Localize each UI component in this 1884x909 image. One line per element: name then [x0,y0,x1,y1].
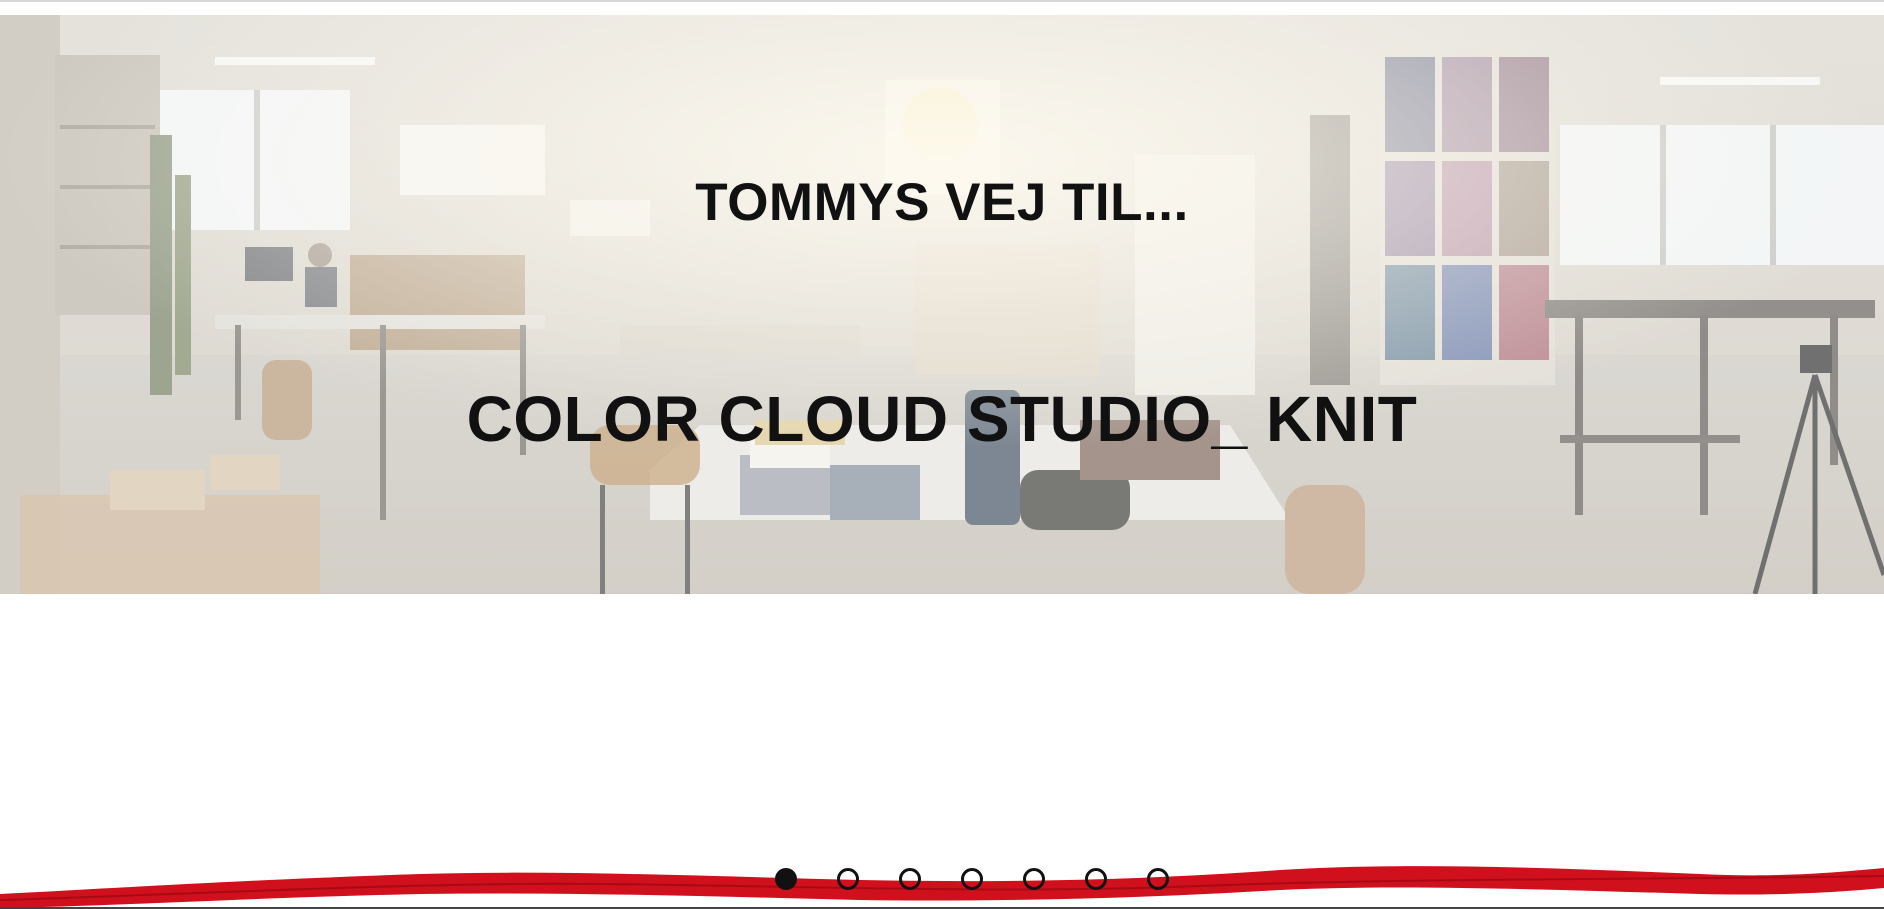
carousel-dot-1[interactable] [775,868,797,890]
hero-subtitle: TOMMYS VEJ TIL... [695,173,1189,232]
carousel-dot-4[interactable] [961,868,983,890]
hero-light-overlay [0,15,1884,594]
hero-title: COLOR CLOUD STUDIO_ KNIT [466,383,1418,455]
carousel-dot-7[interactable] [1147,868,1169,890]
carousel-dot-5[interactable] [1023,868,1045,890]
carousel-dot-2[interactable] [837,868,859,890]
carousel-dot-6[interactable] [1085,868,1107,890]
carousel-pagination [775,868,1169,890]
carousel-dot-3[interactable] [899,868,921,890]
top-divider [0,0,1884,2]
hero-banner: TOMMYS VEJ TIL... COLOR CLOUD STUDIO_ KN… [0,15,1884,594]
